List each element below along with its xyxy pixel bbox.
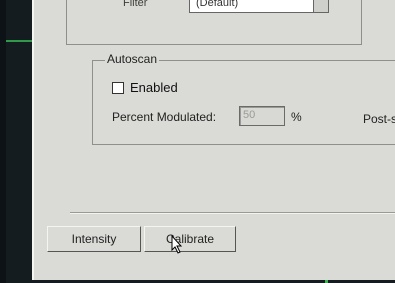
intensity-button[interactable]: Intensity xyxy=(47,226,141,252)
enabled-checkbox[interactable] xyxy=(112,82,124,94)
filter-select[interactable]: (Default) xyxy=(189,0,329,13)
percent-modulated-input[interactable]: 50 xyxy=(239,106,285,126)
bottom-divider-highlight xyxy=(70,213,395,214)
post-scan-label: Post-scan L xyxy=(363,112,395,126)
filter-label: Filter xyxy=(123,0,148,9)
enabled-label[interactable]: Enabled xyxy=(130,80,178,95)
filter-select-value: (Default) xyxy=(196,0,239,9)
autoscan-title: Autoscan xyxy=(105,52,160,66)
percent-modulated-label: Percent Modulated: xyxy=(112,110,217,124)
filter-group: Filter (Default) xyxy=(66,0,362,45)
chevron-down-icon[interactable] xyxy=(313,0,329,13)
percent-unit: % xyxy=(291,110,302,124)
monitor-screen: Filter (Default) Autoscan Enabled Percen… xyxy=(6,0,395,283)
autoscan-group: Autoscan Enabled Percent Modulated: 50 %… xyxy=(92,52,395,145)
percent-modulated-value: 50 xyxy=(243,109,256,121)
mouse-cursor-icon xyxy=(171,235,183,254)
calibrate-button[interactable]: Calibrate xyxy=(144,226,236,252)
